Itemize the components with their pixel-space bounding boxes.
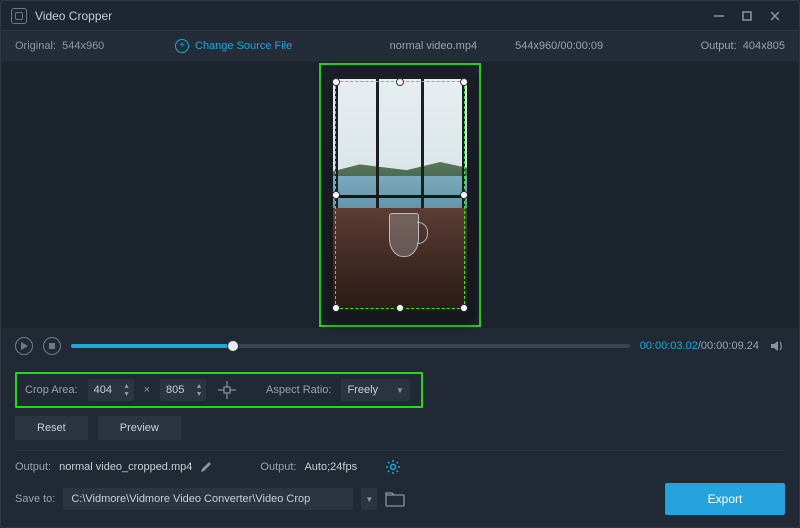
crop-handle-tl[interactable] [333,79,339,85]
save-path-field[interactable]: C:\Vidmore\Vidmore Video Converter\Video… [63,488,353,510]
crop-width-value: 404 [94,384,118,396]
chevron-down-icon: ▼ [194,390,204,398]
time-current: 00:00:03.02 [640,340,698,352]
save-path-dropdown[interactable]: ▼ [361,488,377,510]
action-buttons: Reset Preview [15,416,785,440]
info-bar: Original: 544x960 + Change Source File n… [1,31,799,61]
output-file-label: Output: [15,461,51,473]
crop-handle-br[interactable] [461,305,467,311]
save-line: Save to: C:\Vidmore\Vidmore Video Conver… [15,483,785,515]
change-source-label: Change Source File [195,40,292,52]
aspect-ratio-select[interactable]: Freely ▼ [341,379,409,401]
crop-height-stepper[interactable]: ▲▼ [194,382,204,398]
chevron-down-icon: ▼ [122,390,132,398]
crop-height-value: 805 [166,384,190,396]
original-dimensions: Original: 544x960 [15,40,175,52]
settings-icon[interactable] [385,459,401,475]
play-button[interactable] [15,337,33,355]
original-label: Original: [15,40,56,52]
output-format-label: Output: [260,461,296,473]
output-filename: normal video_cropped.mp4 [59,461,192,473]
output-dim-label: Output: [701,40,737,52]
preview-area [1,61,799,328]
reset-button[interactable]: Reset [15,416,88,440]
center-crop-button[interactable] [216,379,238,401]
chevron-down-icon: ▼ [365,495,373,504]
app-logo-icon [11,8,27,24]
multiply-icon: × [144,384,150,396]
source-filename: normal video.mp4 [390,40,477,52]
crop-width-stepper[interactable]: ▲▼ [122,382,132,398]
stop-button[interactable] [43,337,61,355]
highlight-annotation [319,63,481,327]
source-dim-duration: 544x960/00:00:09 [515,40,603,52]
plus-icon: + [175,39,189,53]
crop-overlay[interactable] [335,81,465,309]
edit-icon[interactable] [200,461,212,473]
titlebar: Video Cropper [1,1,799,31]
transport-bar: 00:00:03.02/00:00:09.24 [1,328,799,364]
video-frame [325,69,475,321]
output-line: Output: normal video_cropped.mp4 Output:… [15,459,785,475]
preview-button[interactable]: Preview [98,416,181,440]
save-to-label: Save to: [15,493,55,505]
crop-handle-bl[interactable] [333,305,339,311]
source-info: normal video.mp4 544x960/00:00:09 [292,40,700,52]
export-button[interactable]: Export [665,483,785,515]
seek-bar[interactable] [71,344,630,348]
app-window: Video Cropper Original: 544x960 + Change… [0,0,800,528]
crop-controls-row: Crop Area: 404 ▲▼ × 805 ▲▼ Aspect Ratio:… [15,372,423,408]
seek-thumb[interactable] [228,341,238,351]
save-path-value: C:\Vidmore\Vidmore Video Converter\Video… [71,493,310,505]
minimize-button[interactable] [705,6,733,26]
original-value: 544x960 [62,40,104,52]
bottom-panel: Output: normal video_cropped.mp4 Output:… [1,451,799,527]
crop-height-field[interactable]: 805 ▲▼ [160,379,206,401]
crop-handle-ml[interactable] [333,192,339,198]
time-total: 00:00:09.24 [701,340,759,352]
chevron-up-icon: ▲ [122,382,132,390]
output-dimensions: Output: 404x805 [701,40,785,52]
crop-handle-tr[interactable] [461,79,467,85]
change-source-button[interactable]: + Change Source File [175,39,292,53]
window-title: Video Cropper [35,9,705,23]
open-folder-icon[interactable] [385,491,405,507]
chevron-up-icon: ▲ [194,382,204,390]
crop-handle-mr[interactable] [461,192,467,198]
time-display: 00:00:03.02/00:00:09.24 [640,340,759,352]
output-format-value: Auto;24fps [304,461,357,473]
crop-handle-bm[interactable] [397,305,403,311]
crop-area-label: Crop Area: [25,384,78,396]
aspect-ratio-label: Aspect Ratio: [266,384,331,396]
maximize-button[interactable] [733,6,761,26]
crop-width-field[interactable]: 404 ▲▼ [88,379,134,401]
crop-handle-tm[interactable] [397,79,403,85]
aspect-ratio-value: Freely [347,384,378,396]
close-button[interactable] [761,6,789,26]
controls: Crop Area: 404 ▲▼ × 805 ▲▼ Aspect Ratio:… [1,364,799,440]
volume-icon[interactable] [769,338,785,354]
chevron-down-icon: ▼ [396,386,404,395]
seek-progress [71,344,233,348]
output-dim-value: 404x805 [743,40,785,52]
